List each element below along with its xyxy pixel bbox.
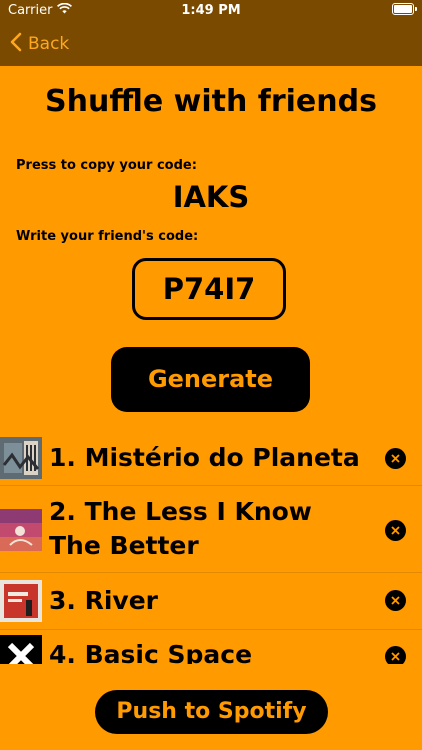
song-title: 4. Basic Space — [49, 640, 253, 664]
list-item[interactable]: 2. The Less I Know The Better — [0, 486, 422, 573]
close-icon — [391, 526, 400, 535]
song-title: 1. Mistério do Planeta — [49, 443, 360, 472]
battery-icon — [392, 3, 417, 15]
chevron-left-icon — [10, 32, 22, 57]
remove-song-button[interactable] — [385, 448, 406, 469]
song-title: 3. River — [49, 586, 158, 615]
remove-song-button[interactable] — [385, 590, 406, 611]
album-art — [0, 635, 42, 664]
my-code-button[interactable]: IAKS — [0, 180, 422, 214]
status-time: 1:49 PM — [181, 3, 241, 18]
back-label: Back — [28, 34, 70, 54]
remove-song-button[interactable] — [385, 646, 406, 664]
friend-code-field[interactable]: P74I7 — [132, 258, 286, 320]
close-icon — [391, 454, 400, 463]
status-bar: Carrier 1:49 PM — [0, 0, 422, 22]
remove-song-button[interactable] — [385, 520, 406, 541]
page-title: Shuffle with friends — [45, 84, 377, 119]
status-right — [392, 3, 417, 15]
album-art — [0, 580, 42, 622]
push-to-spotify-button[interactable]: Push to Spotify — [95, 690, 328, 734]
navigation-bar: Back — [0, 22, 422, 66]
list-item[interactable]: 3. River — [0, 573, 422, 630]
song-title: 2. The Less I Know The Better — [49, 497, 312, 560]
album-art — [0, 437, 42, 479]
list-item[interactable]: 4. Basic Space — [0, 630, 422, 664]
close-icon — [391, 652, 400, 661]
list-item[interactable]: 1. Mistério do Planeta — [0, 431, 422, 486]
generate-button[interactable]: Generate — [111, 347, 310, 412]
song-list[interactable]: 1. Mistério do Planeta 2. The Less I Kno… — [0, 431, 422, 664]
back-button[interactable]: Back — [10, 32, 69, 56]
friend-code-label: Write your friend's code: — [16, 229, 199, 244]
copy-code-label: Press to copy your code: — [16, 158, 197, 173]
album-art — [0, 509, 42, 551]
close-icon — [391, 596, 400, 605]
